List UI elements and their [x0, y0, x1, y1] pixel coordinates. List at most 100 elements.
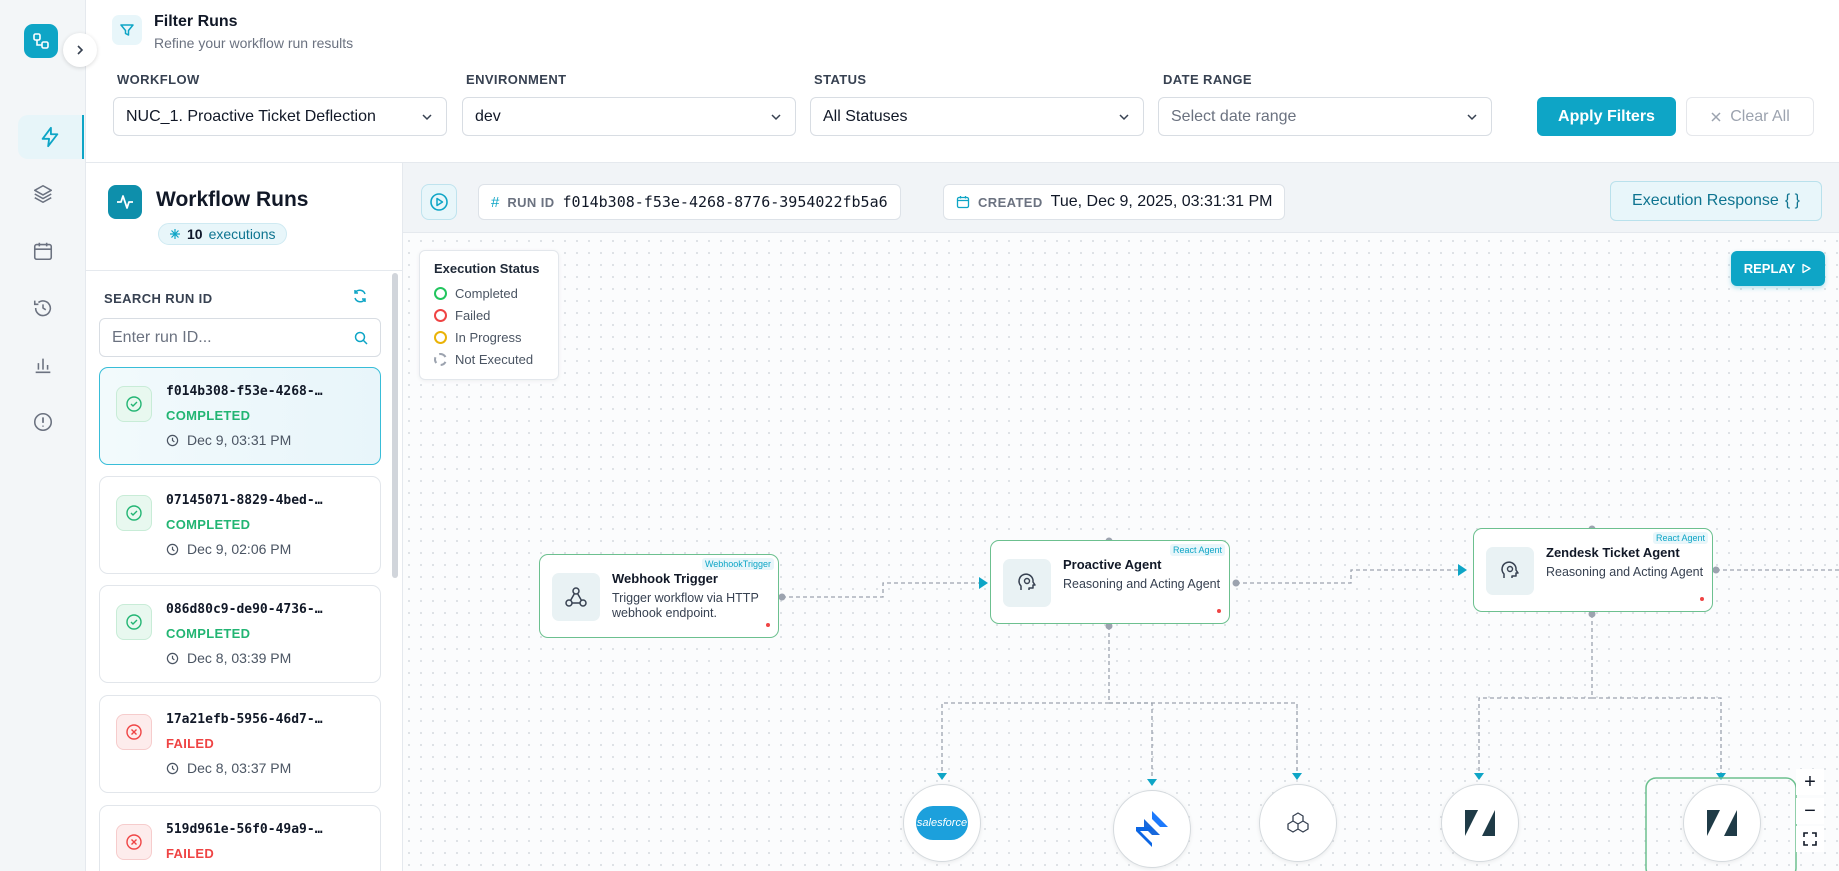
nav-alerts[interactable] — [20, 400, 66, 444]
node-description: Reasoning and Acting Agent — [1546, 565, 1704, 579]
run-status: COMPLETED — [166, 408, 251, 423]
status-select-value: All Statuses — [823, 107, 908, 125]
node-type-tag: WebhookTrigger — [701, 558, 774, 570]
workflow-edges — [778, 525, 1839, 871]
cluster-tool-node[interactable] — [1259, 784, 1337, 862]
run-status: FAILED — [166, 736, 215, 751]
close-icon — [1711, 111, 1721, 122]
filter-bar: Filter Runs Refine your workflow run res… — [86, 0, 1839, 163]
nav-analytics[interactable] — [20, 343, 66, 387]
run-status: COMPLETED — [166, 517, 251, 532]
history-icon — [33, 300, 52, 317]
zendesk-tool-node-2[interactable] — [1683, 784, 1761, 862]
agent-brain-icon — [1003, 559, 1051, 607]
apply-filters-button[interactable]: Apply Filters — [1537, 97, 1676, 136]
workflow-canvas: # RUN ID f014b308-f53e-4268-8776-3954022… — [403, 163, 1839, 871]
fit-view-button[interactable] — [1796, 826, 1824, 852]
executions-count: 10 — [187, 226, 203, 242]
clock-icon — [166, 762, 179, 774]
search-run-id-input[interactable]: Enter run ID... — [99, 318, 381, 357]
zendesk-icon — [1707, 810, 1737, 836]
node-title: Proactive Agent — [1063, 557, 1162, 572]
chevron-right-icon — [77, 45, 84, 55]
proactive-agent-node[interactable]: Proactive Agent Reasoning and Acting Age… — [990, 540, 1230, 624]
zoom-in-button[interactable]: + — [1796, 769, 1824, 795]
salesforce-logo-text: salesforce — [916, 817, 968, 829]
date-range-select[interactable]: Select date range — [1158, 97, 1492, 136]
search-run-id-label: SEARCH RUN ID — [104, 291, 213, 306]
run-status: FAILED — [166, 846, 215, 861]
calendar-icon — [33, 242, 53, 261]
search-icon — [354, 331, 368, 345]
executions-count-badge: 10 executions — [158, 223, 287, 245]
status-dot — [1700, 597, 1704, 601]
clock-icon — [166, 543, 179, 555]
node-title: Zendesk Ticket Agent — [1546, 545, 1680, 560]
workflow-logo-icon — [33, 33, 49, 49]
node-type-tag: React Agent — [1169, 544, 1225, 556]
date-range-placeholder: Select date range — [1171, 107, 1297, 125]
sparkle-icon — [170, 229, 180, 239]
webhook-icon — [552, 573, 600, 621]
node-description: Reasoning and Acting Agent — [1063, 577, 1221, 591]
date-range-label: DATE RANGE — [1163, 72, 1252, 87]
jira-icon — [1136, 811, 1168, 847]
run-status: COMPLETED — [166, 626, 251, 641]
cubes-icon — [1287, 812, 1309, 833]
nav-calendar[interactable] — [20, 229, 66, 273]
run-item[interactable]: 519d961e-56f0-49a9-… FAILED — [99, 805, 381, 871]
app-root: Filter Runs Refine your workflow run res… — [0, 0, 1839, 871]
node-type-tag: React Agent — [1652, 532, 1708, 544]
run-id: 17a21efb-5956-46d7-… — [166, 712, 323, 727]
app-logo[interactable] — [24, 24, 58, 58]
run-id: f014b308-f53e-4268-… — [166, 384, 323, 399]
jira-tool-node[interactable] — [1113, 790, 1191, 868]
run-item[interactable]: f014b308-f53e-4268-… COMPLETED Dec 9, 03… — [99, 367, 381, 465]
activity-icon — [108, 185, 142, 219]
run-date-text: Dec 8, 03:37 PM — [187, 760, 292, 776]
status-dot — [766, 623, 770, 627]
webhook-trigger-node[interactable]: Webhook Trigger Trigger workflow via HTT… — [539, 554, 779, 638]
run-item[interactable]: 07145071-8829-4bed-… COMPLETED Dec 9, 02… — [99, 476, 381, 574]
salesforce-icon: salesforce — [916, 806, 968, 840]
salesforce-tool-node[interactable]: salesforce — [903, 784, 981, 862]
clear-all-button[interactable]: Clear All — [1686, 97, 1814, 136]
zendesk-tool-node[interactable] — [1441, 784, 1519, 862]
run-date: Dec 9, 03:31 PM — [166, 432, 291, 448]
nav-history[interactable] — [20, 286, 66, 330]
node-description: Trigger workflow via HTTP webhook endpoi… — [612, 591, 759, 620]
run-date-text: Dec 9, 03:31 PM — [187, 432, 292, 448]
runs-header: Workflow Runs 10 executions — [86, 163, 402, 271]
check-circle-icon — [116, 604, 152, 640]
nav-runs[interactable] — [18, 115, 84, 159]
run-item[interactable]: 17a21efb-5956-46d7-… FAILED Dec 8, 03:37… — [99, 695, 381, 793]
environment-select-value: dev — [475, 107, 501, 125]
zendesk-ticket-agent-node[interactable]: Zendesk Ticket Agent Reasoning and Actin… — [1473, 528, 1713, 612]
expand-sidebar-button[interactable] — [63, 33, 97, 67]
node-title: Webhook Trigger — [612, 571, 718, 586]
agent-brain-icon — [1486, 547, 1534, 595]
executions-suffix: executions — [208, 226, 276, 242]
fullscreen-icon — [1803, 832, 1817, 846]
run-date-text: Dec 9, 02:06 PM — [187, 541, 292, 557]
run-item[interactable]: 086d80c9-de90-4736-… COMPLETED Dec 8, 03… — [99, 585, 381, 683]
run-id: 086d80c9-de90-4736-… — [166, 602, 323, 617]
environment-select[interactable]: dev — [462, 97, 796, 136]
search-placeholder: Enter run ID... — [112, 328, 212, 346]
zendesk-icon — [1465, 810, 1495, 836]
run-date-text: Dec 8, 03:39 PM — [187, 650, 292, 666]
refresh-button[interactable] — [352, 288, 368, 309]
layers-icon — [33, 184, 53, 204]
refresh-icon — [354, 289, 366, 303]
left-rail — [0, 0, 86, 871]
zoom-out-button[interactable]: − — [1796, 798, 1824, 824]
workflow-select[interactable]: NUC_1. Proactive Ticket Deflection — [113, 97, 447, 136]
check-circle-icon — [116, 495, 152, 531]
runs-panel: Workflow Runs 10 executions SEARCH RUN I… — [86, 163, 403, 871]
run-id: 07145071-8829-4bed-… — [166, 493, 323, 508]
clear-all-label: Clear All — [1730, 107, 1790, 125]
chevron-down-icon — [771, 113, 781, 120]
status-select[interactable]: All Statuses — [810, 97, 1144, 136]
runs-scrollbar[interactable] — [392, 273, 398, 578]
nav-layers[interactable] — [20, 172, 66, 216]
